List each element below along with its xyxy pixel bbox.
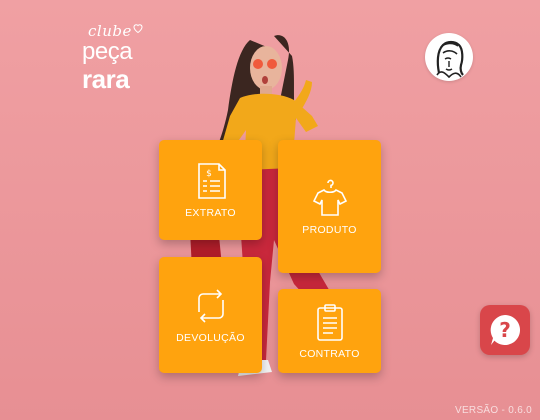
tshirt-hanger-icon <box>312 179 347 216</box>
contrato-button[interactable]: CONTRATO <box>278 289 381 373</box>
logo-line-peca: peça <box>82 38 133 65</box>
profile-avatar[interactable] <box>425 33 473 81</box>
help-chat-icon: ? <box>490 315 521 345</box>
version-text: VERSÃO - 0.6.0 <box>454 405 532 416</box>
contrato-label: CONTRATO <box>299 348 360 360</box>
help-button[interactable]: ? <box>480 305 530 355</box>
extrato-button[interactable]: $ EXTRATO <box>159 140 262 240</box>
receipt-icon: $ <box>197 163 226 199</box>
svg-text:$: $ <box>206 169 212 179</box>
clube-peca-rara-logo: clube peça rara <box>82 22 162 96</box>
produto-label: PRODUTO <box>302 223 357 236</box>
produto-button[interactable]: PRODUTO <box>278 140 381 273</box>
avatar-portrait-icon <box>436 40 464 79</box>
help-glyph: ? <box>499 318 511 342</box>
devolucao-button[interactable]: DEVOLUÇÃO <box>159 257 262 373</box>
heart-icon <box>133 24 143 34</box>
extrato-label: EXTRATO <box>185 207 236 219</box>
return-arrows-icon <box>197 289 224 323</box>
clipboard-icon <box>316 304 343 341</box>
devolucao-label: DEVOLUÇÃO <box>176 332 245 344</box>
logo-line-rara: rara <box>82 64 130 94</box>
